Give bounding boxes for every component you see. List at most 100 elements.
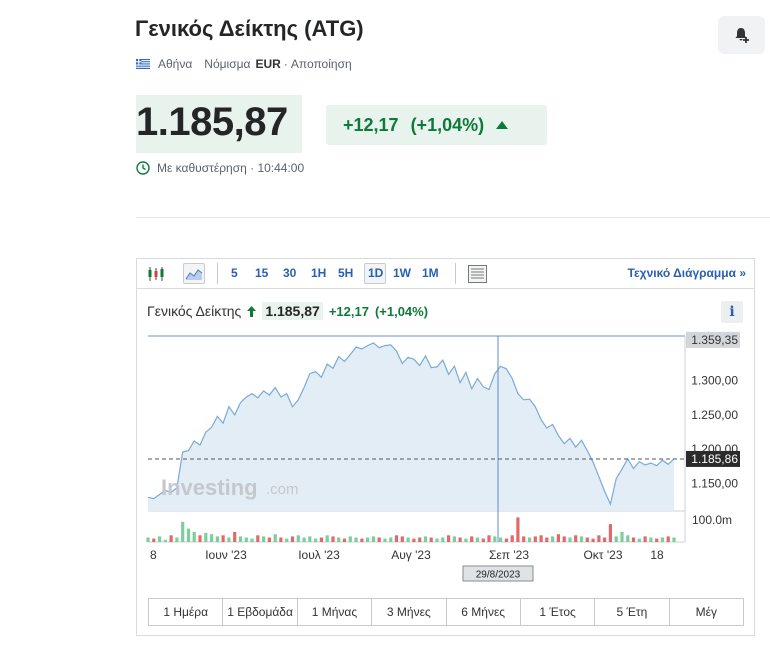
chart-legend: Γενικός Δείκτης 1.185,87 +12,17 (+1,04%) (147, 302, 428, 320)
bell-plus-icon (735, 28, 749, 43)
volume-bar (423, 536, 428, 542)
interval-1h[interactable]: 1H (311, 266, 326, 280)
volume-bar (163, 539, 167, 542)
y-tick-label: 1.250,00 (691, 408, 738, 422)
volume-bar (660, 537, 664, 542)
time-range-selector: 1 Ημέρα 1 Εβδομάδα 1 Μήνας 3 Μήνες 6 Μήν… (148, 598, 744, 626)
volume-bar (475, 537, 480, 542)
volume-bar (527, 537, 532, 542)
volume-bar (620, 531, 624, 542)
volume-bar (221, 535, 225, 542)
volume-bar (418, 537, 422, 542)
volume-bar (510, 535, 514, 542)
volume-bar (441, 537, 445, 542)
interval-15[interactable]: 15 (255, 266, 268, 280)
technical-chart-link[interactable]: Τεχνικό Διάγραμμα » (628, 266, 746, 280)
currency-value: EUR (255, 57, 281, 71)
volume-bar (342, 538, 347, 542)
watermark-text: Investing (161, 475, 258, 500)
volume-bar (204, 533, 208, 542)
volume-bar (169, 535, 173, 542)
interval-1w[interactable]: 1W (393, 266, 411, 280)
volume-bar (545, 537, 549, 542)
range-1-year[interactable]: 1 Έτος (521, 599, 596, 625)
last-price: 1.185,87 (136, 100, 288, 144)
volume-bar (533, 536, 537, 542)
volume-axis-label: 100.0m (692, 513, 732, 527)
interval-1m[interactable]: 1M (422, 266, 439, 280)
range-1-week[interactable]: 1 Εβδομάδα (223, 599, 298, 625)
volume-bar (551, 536, 555, 542)
delay-info: Με καθυστέρηση · 10:44:00 (136, 161, 304, 175)
volume-bar (591, 538, 595, 542)
legend-name: Γενικός Δείκτης (147, 303, 242, 319)
legend-value: 1.185,87 (262, 302, 323, 320)
volume-bar (487, 535, 491, 542)
volume-bar (499, 537, 503, 542)
volume-bar (614, 536, 618, 542)
volume-bar (192, 531, 196, 542)
price-chart[interactable]: Investing .com 1.359,35 1.300,00 1.250,00 1… (137, 330, 754, 584)
table-view-icon[interactable] (468, 265, 487, 283)
interval-1d[interactable]: 1D (368, 266, 383, 280)
volume-bar (233, 531, 237, 542)
price-change: +12,17 (343, 114, 399, 135)
range-1-month[interactable]: 1 Μήνας (298, 599, 373, 625)
volume-bar (250, 538, 254, 542)
volume-bar (464, 538, 468, 542)
volume-bar (158, 536, 162, 542)
disclaimer-link[interactable]: Αποποίηση (291, 57, 352, 71)
volume-bar (198, 535, 202, 542)
volume-bar (377, 537, 381, 542)
volume-bar (256, 535, 260, 542)
volume-bar (579, 536, 584, 542)
volume-bar (556, 534, 560, 542)
range-1-day[interactable]: 1 Ημέρα (149, 599, 224, 625)
crosshair-date-tag: 29/8/2023 (462, 565, 534, 582)
interval-30[interactable]: 30 (283, 266, 296, 280)
price-change-percent: (+1,04%) (410, 114, 485, 135)
area-chart-icon (185, 269, 203, 280)
volume-bar (447, 535, 451, 542)
volume-bar (452, 536, 456, 542)
volume-bar (348, 536, 352, 542)
area-chart-button[interactable] (183, 263, 205, 284)
volume-bar (631, 537, 636, 542)
legend-change-percent: (+1,04%) (374, 303, 429, 319)
clock-icon (136, 161, 150, 175)
arrow-up-icon (247, 305, 257, 317)
volume-bar (626, 535, 630, 542)
volume-bar (181, 521, 185, 542)
volume-bar (637, 538, 641, 542)
divider (136, 217, 770, 218)
volume-bar (666, 536, 670, 542)
volume-bar (643, 536, 647, 542)
volume-bar (273, 534, 277, 542)
candlestick-icon[interactable] (147, 265, 165, 283)
x-tick-label: Ιουν '23 (205, 548, 247, 562)
add-alert-button[interactable] (718, 16, 765, 54)
volume-bar (655, 538, 659, 542)
info-button[interactable]: i (721, 301, 743, 323)
volume-bar (608, 524, 612, 542)
range-max[interactable]: Μέγ (670, 599, 743, 625)
volume-bar (603, 537, 607, 542)
volume-bar (366, 537, 370, 542)
arrow-up-icon (496, 121, 509, 129)
volume-bar (267, 537, 271, 542)
volume-bar (389, 537, 393, 542)
instrument-meta: Αθήνα Νόμισμα EUR · Αποποίηση (136, 57, 352, 71)
y-tick-label: 1.150,00 (691, 477, 738, 491)
range-5-years[interactable]: 5 Έτη (595, 599, 670, 625)
volume-bar (227, 537, 231, 542)
range-3-months[interactable]: 3 Μήνες (372, 599, 447, 625)
interval-5h[interactable]: 5H (338, 266, 353, 280)
range-6-months[interactable]: 6 Μήνες (447, 599, 521, 625)
volume-bar (319, 537, 323, 542)
interval-5[interactable]: 5 (231, 266, 238, 280)
y-tick-label: 1.359,35 (691, 333, 738, 347)
volume-bar (354, 537, 358, 542)
volume-bar (325, 535, 329, 542)
crosshair-date: 29/8/2023 (476, 570, 521, 581)
volume-bar (522, 536, 526, 542)
